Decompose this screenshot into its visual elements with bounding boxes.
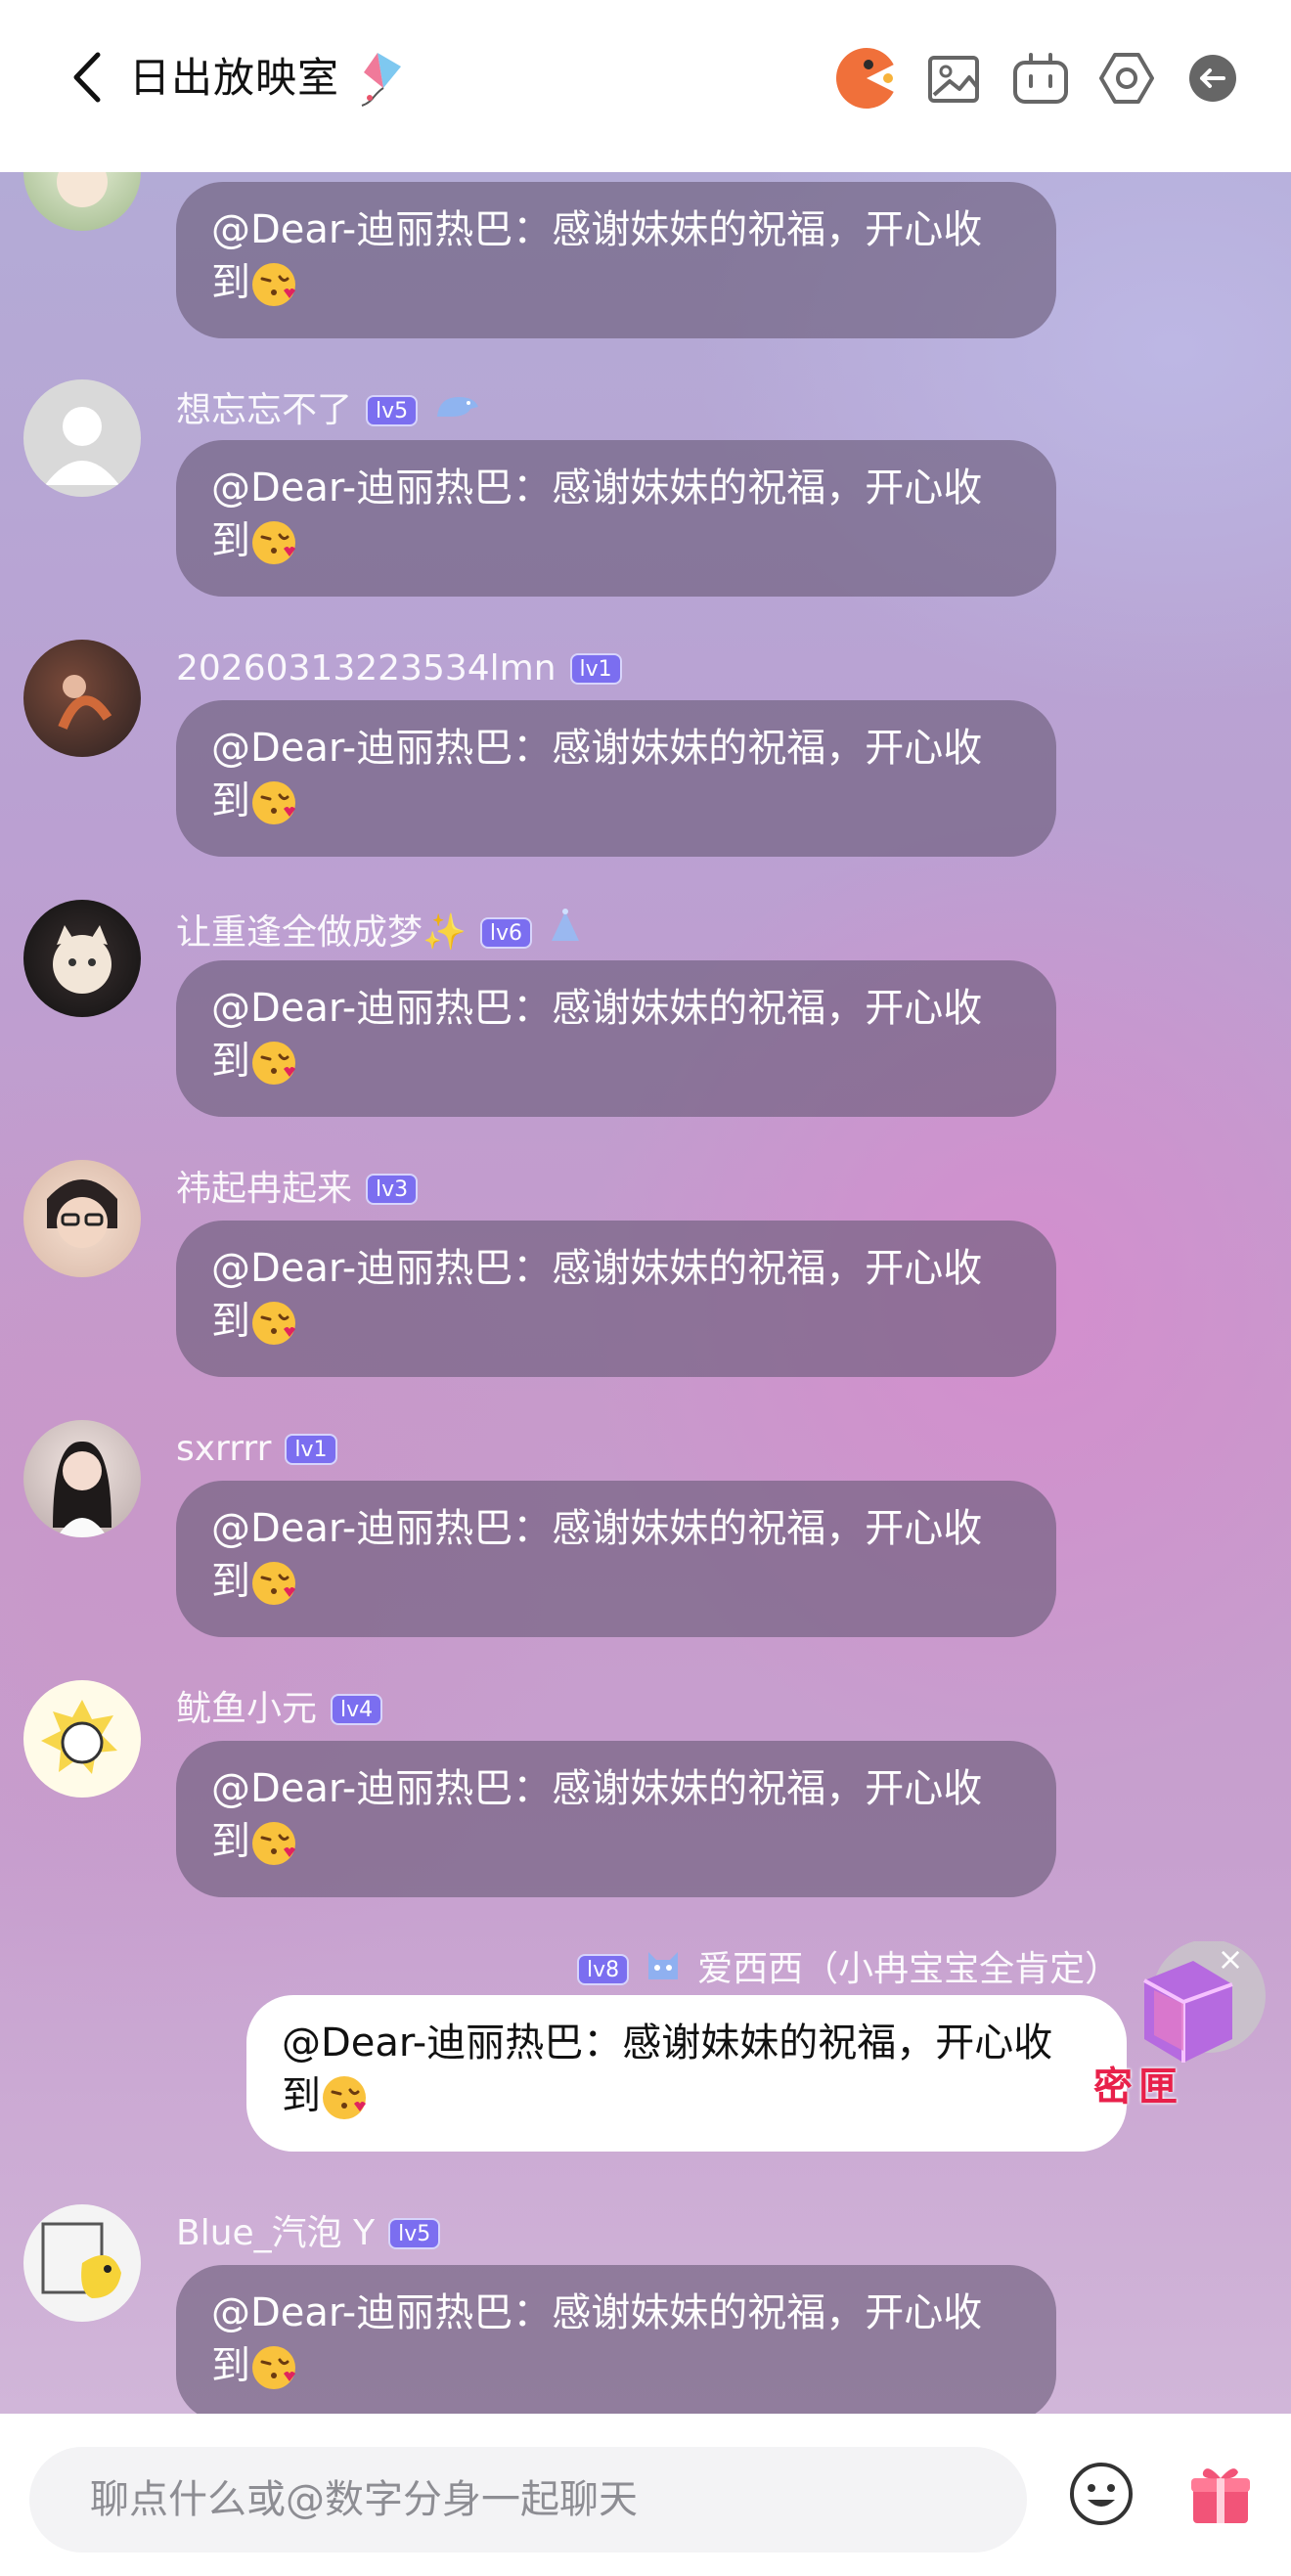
kiss-face-emoji [250, 2344, 297, 2391]
sender-row: 20260313223534lmn lv1 [176, 647, 622, 690]
exit-icon[interactable] [1180, 45, 1246, 111]
top-bar: 日出放映室 [0, 0, 1291, 172]
blue-hat-icon [546, 908, 585, 957]
level-badge: lv5 [366, 394, 419, 426]
message-bubble[interactable]: @Dear-迪丽热巴：感谢妹妹的祝福，开心收到 [176, 700, 1056, 857]
sender-row: Blue_汽泡 Y lv5 [176, 2212, 441, 2255]
level-badge: lv8 [577, 1953, 630, 1985]
message-text: @Dear-迪丽热巴：感谢妹妹的祝福，开心收到 [211, 726, 983, 823]
kiss-face-emoji [321, 2074, 368, 2121]
kiss-face-emoji [250, 1040, 297, 1087]
kiss-face-emoji [250, 519, 297, 566]
sender-name[interactable]: Blue_汽泡 Y [176, 2212, 375, 2255]
message-bubble[interactable]: @Dear-迪丽热巴：感谢妹妹的祝福，开心收到 [176, 440, 1056, 597]
message-bubble[interactable]: @Dear-迪丽热巴：感谢妹妹的祝福，开心收到 [246, 1995, 1127, 2152]
message-bubble[interactable]: @Dear-迪丽热巴：感谢妹妹的祝福，开心收到 [176, 182, 1056, 338]
sender-row: sxrrrr lv1 [176, 1428, 337, 1471]
kiss-face-emoji [250, 1560, 297, 1607]
mystery-box-widget[interactable]: 密匣 × [1086, 1939, 1271, 2117]
sender-name[interactable]: 爱西西（小冉宝宝全肯定） [697, 1948, 1120, 1991]
level-badge: lv5 [388, 2218, 441, 2249]
avatar[interactable] [23, 1160, 141, 1277]
gift-icon[interactable] [1183, 2457, 1258, 2531]
kiss-face-emoji [250, 1820, 297, 1867]
message-text: @Dear-迪丽热巴：感谢妹妹的祝福，开心收到 [211, 2290, 983, 2388]
avatar[interactable] [23, 640, 141, 757]
message-text: @Dear-迪丽热巴：感谢妹妹的祝福，开心收到 [211, 466, 983, 563]
emoji-icon[interactable] [1064, 2457, 1138, 2531]
level-badge: lv3 [366, 1174, 419, 1205]
message-bubble[interactable]: @Dear-迪丽热巴：感谢妹妹的祝福，开心收到 [176, 1481, 1056, 1637]
pacman-game-icon[interactable] [833, 45, 900, 111]
message-text: @Dear-迪丽热巴：感谢妹妹的祝福，开心收到 [211, 207, 983, 305]
sender-row: 想忘忘不了 lv5 [176, 387, 482, 433]
page-title: 日出放映室 [129, 54, 340, 102]
sender-name[interactable]: 20260313223534lmn [176, 647, 556, 690]
message-bubble[interactable]: @Dear-迪丽热巴：感谢妹妹的祝福，开心收到 [176, 1221, 1056, 1377]
blue-dino-icon [431, 387, 482, 433]
sender-name[interactable]: 祎起冉起来 [176, 1168, 352, 1211]
sender-name[interactable]: 让重逢全做成梦✨ [176, 911, 467, 955]
sender-row: 让重逢全做成梦✨ lv6 [176, 908, 585, 957]
robot-icon[interactable] [1007, 45, 1074, 111]
message-text: @Dear-迪丽热巴：感谢妹妹的祝福，开心收到 [282, 2021, 1053, 2118]
avatar[interactable] [23, 1420, 141, 1537]
avatar[interactable] [23, 900, 141, 1017]
sender-name[interactable]: 鱿鱼小元 [176, 1688, 317, 1731]
settings-hexagon-icon[interactable] [1093, 45, 1160, 111]
avatar[interactable] [23, 2204, 141, 2322]
kite-icon [344, 49, 405, 110]
sender-row: 祎起冉起来 lv3 [176, 1168, 419, 1211]
avatar[interactable] [23, 379, 141, 497]
level-badge: lv4 [331, 1694, 383, 1725]
avatar[interactable] [23, 172, 141, 231]
message-bubble[interactable]: @Dear-迪丽热巴：感谢妹妹的祝福，开心收到 [176, 960, 1056, 1117]
avatar[interactable] [23, 1680, 141, 1798]
level-badge: lv1 [569, 653, 622, 685]
message-text: @Dear-迪丽热巴：感谢妹妹的祝福，开心收到 [211, 1766, 983, 1864]
message-bubble[interactable]: @Dear-迪丽热巴：感谢妹妹的祝福，开心收到 [176, 1741, 1056, 1897]
sender-name[interactable]: 想忘忘不了 [176, 389, 352, 432]
kiss-face-emoji [250, 261, 297, 308]
message-text: @Dear-迪丽热巴：感谢妹妹的祝福，开心收到 [211, 986, 983, 1084]
cat-icon [643, 1944, 684, 1994]
message-text: @Dear-迪丽热巴：感谢妹妹的祝福，开心收到 [211, 1246, 983, 1344]
close-icon[interactable]: × [1213, 1941, 1248, 1976]
kiss-face-emoji [250, 1300, 297, 1347]
mystery-box-label: 密匣 [1093, 2065, 1183, 2110]
image-icon[interactable] [921, 45, 988, 111]
sender-row: lv8 爱西西（小冉宝宝全肯定） [577, 1944, 1120, 1994]
message-text: @Dear-迪丽热巴：感谢妹妹的祝福，开心收到 [211, 1506, 983, 1604]
level-badge: lv6 [479, 916, 532, 949]
sender-name[interactable]: sxrrrr [176, 1428, 271, 1471]
back-chevron-icon[interactable] [61, 51, 113, 104]
level-badge: lv1 [285, 1434, 337, 1465]
kiss-face-emoji [250, 779, 297, 826]
chat-input[interactable]: 聊点什么或@数字分身一起聊天 [29, 2447, 1027, 2553]
bottom-input-bar: 聊点什么或@数字分身一起聊天 [0, 2414, 1291, 2576]
sender-row: 鱿鱼小元 lv4 [176, 1688, 383, 1731]
message-bubble[interactable]: @Dear-迪丽热巴：感谢妹妹的祝福，开心收到 [176, 2265, 1056, 2414]
